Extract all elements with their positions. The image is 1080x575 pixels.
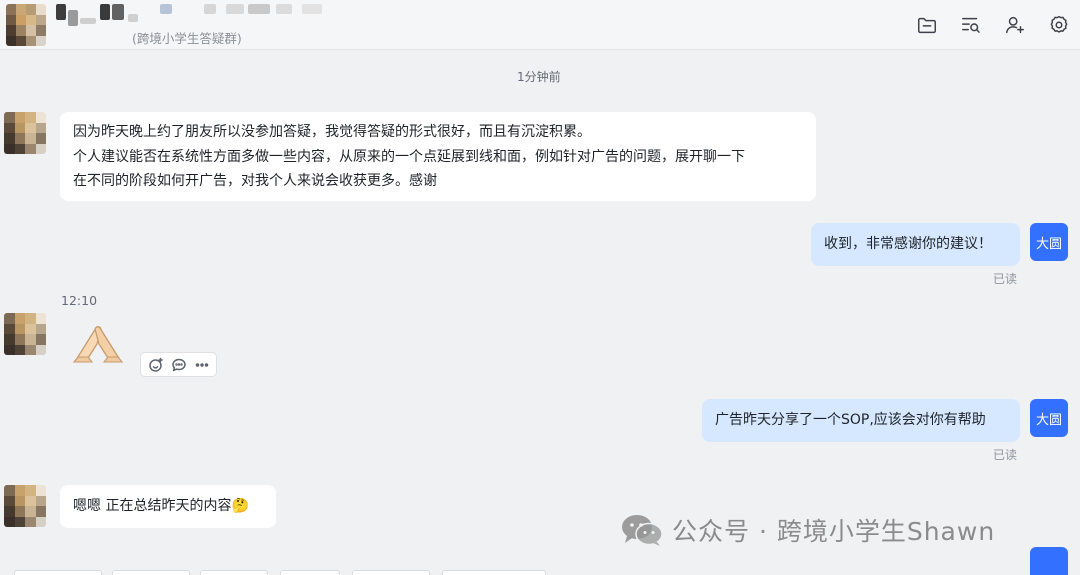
message-line: 在不同的阶段如何开广告，对我个人来说会收获更多。感谢	[73, 173, 437, 189]
settings-icon[interactable]	[1046, 12, 1072, 38]
add-member-icon[interactable]	[1002, 12, 1028, 38]
message-bubble[interactable]: 嗯嗯 正在总结昨天的内容🤔	[60, 485, 276, 528]
sender-avatar[interactable]	[4, 485, 46, 527]
group-avatar[interactable]	[6, 4, 46, 46]
self-message-bubble[interactable]: 收到，非常感谢你的建议！	[811, 223, 1020, 266]
time-separator: 1分钟前	[517, 70, 561, 84]
search-list-icon[interactable]	[958, 12, 984, 38]
sender-avatar[interactable]	[4, 112, 46, 154]
message-line: 因为昨天晚上约了朋友所以没参加答疑，我觉得答疑的形式很好，而且有沉淀积累。	[73, 124, 591, 140]
self-avatar[interactable]: 大圆	[1030, 223, 1068, 261]
add-reaction-icon[interactable]	[146, 355, 166, 375]
message-line: 个人建议能否在系统性方面多做一些内容，从原来的一个点延展到线和面，例如针对广告的…	[73, 148, 745, 165]
more-icon[interactable]	[192, 355, 212, 375]
read-status: 已读	[993, 272, 1018, 286]
group-name-pixelated	[56, 4, 326, 26]
folder-icon[interactable]	[914, 12, 940, 38]
sender-avatar[interactable]	[4, 313, 46, 355]
self-message-bubble[interactable]: 广告昨天分享了一个SOP,应该会对你有帮助	[702, 399, 1020, 442]
message-time: 12:10	[61, 293, 98, 308]
watermark-text: 公众号 · 跨境小学生Shawn	[672, 517, 996, 546]
composer-toolbar-edge	[0, 568, 1080, 575]
read-status: 已读	[993, 448, 1018, 462]
self-avatar[interactable]: 大圆	[1030, 399, 1068, 437]
chat-header: (跨境小学生答疑群)	[0, 0, 1080, 50]
folded-hands-emoji[interactable]	[70, 322, 126, 366]
reply-icon[interactable]	[169, 355, 189, 375]
message-actions-toolbar	[140, 352, 217, 377]
group-subtitle: (跨境小学生答疑群)	[132, 31, 242, 46]
message-bubble[interactable]: 因为昨天晚上约了朋友所以没参加答疑，我觉得答疑的形式很好，而且有沉淀积累。 个人…	[60, 112, 816, 201]
wechat-icon	[622, 515, 663, 546]
watermark: 公众号 · 跨境小学生Shawn	[620, 512, 995, 548]
